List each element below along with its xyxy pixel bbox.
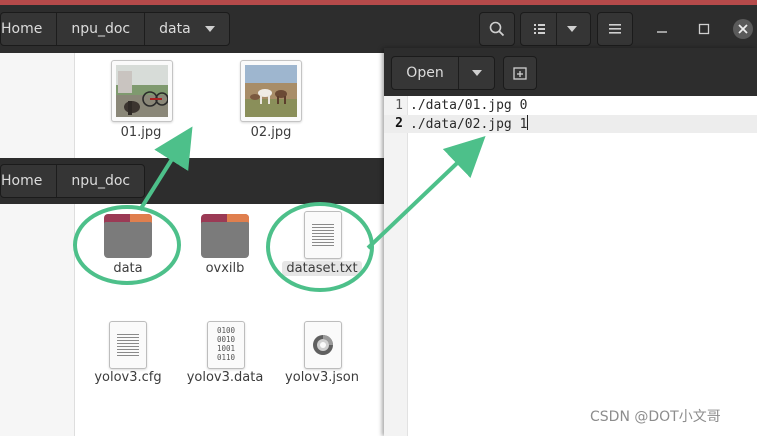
open-dropdown[interactable] [459,57,494,89]
breadcrumb-data[interactable]: data [145,13,229,45]
minimize-icon[interactable] [656,23,668,35]
item-name-ovxilb: ovxilb [205,261,245,276]
editor-line-1[interactable]: 1 ./data/01.jpg 0 [384,97,757,115]
file-yolov3-cfg[interactable] [109,321,147,369]
file-dataset-txt[interactable] [304,211,342,259]
header-bar: Home npu_doc data [0,5,757,53]
file-name-02-jpg: 02.jpg [250,125,292,140]
chevron-down-icon [204,26,215,32]
folder-icon [104,222,152,258]
new-tab-icon [513,67,527,80]
text-file-icon [312,224,334,246]
breadcrumb: Home npu_doc data [0,12,230,46]
search-icon [489,21,505,37]
folder-ovxilb[interactable] [201,214,249,258]
text-cursor [527,115,529,130]
binary-file-icon: 0100 0010 1001 0110 [216,326,236,362]
item-name-yolov3-json: yolov3.json [285,370,359,385]
breadcrumb-npu-doc[interactable]: npu_doc [57,165,144,197]
image-thumbnail-01[interactable] [111,60,173,122]
image-icon [116,65,168,117]
item-name-dataset-txt: dataset.txt [282,261,362,276]
search-button[interactable] [479,12,515,46]
item-name-yolov3-cfg: yolov3.cfg [94,370,162,385]
json-file-icon [313,335,333,355]
folder-icon [201,222,249,258]
menu-button[interactable] [597,12,633,46]
sidebar [0,53,75,160]
breadcrumb-home[interactable]: Home [1,13,58,45]
text-editor-window: Open 1 ./data/01.jpg 0 2 ./data/02.jpg 1 [384,48,757,436]
hamburger-menu-icon [609,24,621,34]
breadcrumb: Home npu_doc [0,164,146,198]
image-icon [245,65,297,117]
header-bar: Home npu_doc [0,158,384,204]
folder-data[interactable] [104,214,152,258]
file-name-01-jpg: 01.jpg [120,125,162,140]
chevron-down-icon [471,70,482,76]
file-yolov3-json[interactable] [304,321,342,369]
view-options-button[interactable] [520,12,591,46]
file-yolov3-data[interactable]: 0100 0010 1001 0110 [207,321,245,369]
chevron-down-icon [567,26,577,32]
image-thumbnail-02[interactable] [240,60,302,122]
line-number-gutter [384,96,408,436]
editor-header-bar: Open [384,48,757,96]
breadcrumb-home[interactable]: Home [1,165,58,197]
open-button[interactable]: Open [391,56,495,90]
item-name-yolov3-data: yolov3.data [186,370,264,385]
text-file-icon [117,334,139,356]
watermark: CSDN @DOT小文哥 [590,409,721,425]
maximize-icon[interactable] [698,23,710,35]
file-manager-window-npu-doc: Home npu_doc data ovxilb dataset.txt yol… [0,158,384,436]
sidebar [0,204,75,436]
editor-line-2[interactable]: 2 ./data/02.jpg 1 [384,115,757,133]
list-view-icon [534,13,557,45]
item-name-data: data [113,261,143,276]
close-icon[interactable] [732,18,754,40]
new-document-button[interactable] [503,56,537,90]
breadcrumb-npu-doc[interactable]: npu_doc [57,13,146,45]
